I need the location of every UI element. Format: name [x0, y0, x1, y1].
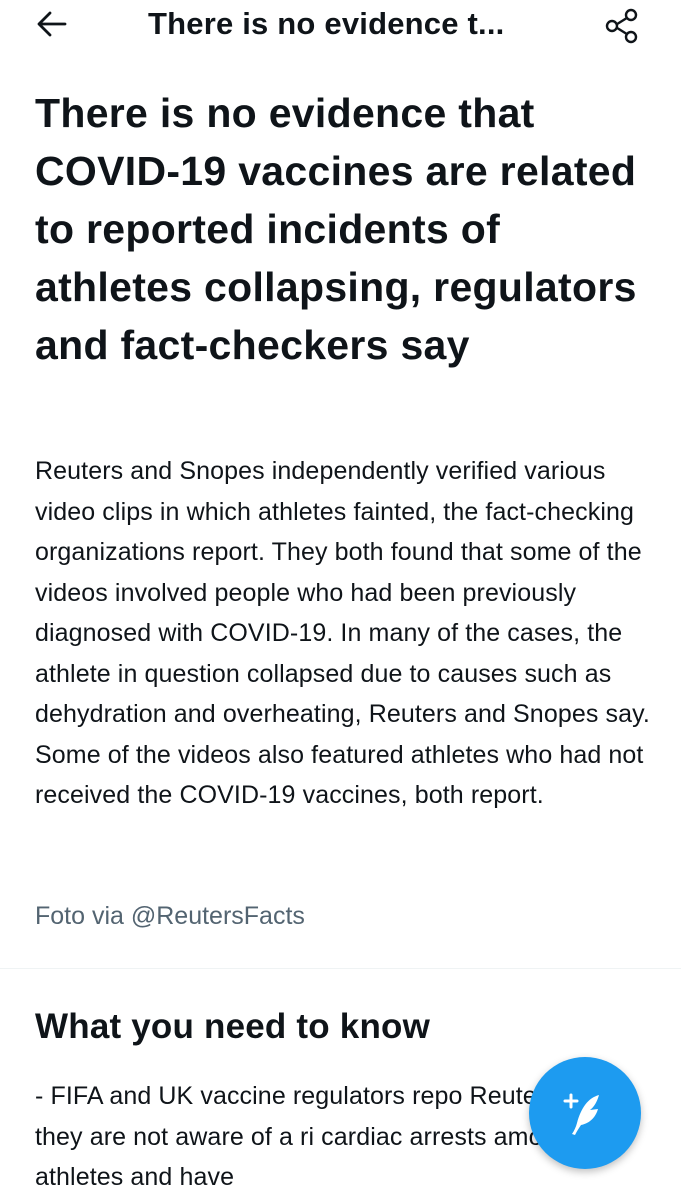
section-title: What you need to know: [35, 1007, 431, 1046]
article-headline: There is no evidence that COVID-19 vacci…: [35, 90, 637, 368]
section-divider: [0, 968, 681, 969]
arrow-left-icon: [37, 11, 67, 37]
share-button[interactable]: [600, 6, 644, 46]
share-icon: [605, 8, 638, 44]
header-title: There is no evidence t...: [148, 6, 505, 41]
top-app-bar: There is no evidence t...: [0, 0, 681, 50]
photo-credit-link[interactable]: Foto via @ReutersFacts: [35, 896, 305, 936]
back-button[interactable]: [30, 6, 74, 42]
article-summary: Reuters and Snopes independently verifie…: [35, 457, 650, 809]
compose-tweet-button[interactable]: [529, 1057, 641, 1169]
compose-tweet-icon: [563, 1093, 599, 1135]
